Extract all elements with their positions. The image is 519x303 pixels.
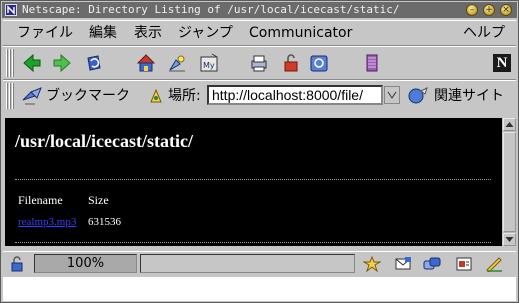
menu-go[interactable]: ジャンプ — [178, 24, 233, 42]
close-icon[interactable]: × — [500, 4, 512, 16]
svg-text:My: My — [203, 61, 215, 70]
arrow-down-icon — [505, 237, 514, 242]
bottom-white-strip — [3, 277, 516, 301]
stop-icon[interactable] — [361, 52, 383, 74]
minimize-icon[interactable]: – — [466, 4, 478, 16]
size-column-header: Size — [88, 193, 109, 207]
security-icon[interactable] — [280, 52, 302, 74]
back-icon[interactable] — [21, 52, 43, 74]
address-book-icon[interactable] — [455, 256, 473, 272]
shop-icon[interactable] — [308, 52, 330, 74]
menu-bar: ファイル 編集 表示 ジャンプ Communicator ヘルプ — [3, 20, 516, 46]
scroll-thumb[interactable] — [503, 132, 516, 232]
window-title: Netscape: Directory Listing of /usr/loca… — [22, 3, 400, 16]
bookmarks-icon[interactable] — [21, 86, 43, 106]
mynetscape-icon[interactable]: My — [198, 52, 220, 74]
top-divider — [15, 179, 491, 180]
navigation-toolbar: My N — [3, 46, 516, 80]
vertical-scrollbar[interactable] — [503, 118, 516, 246]
arrow-up-icon — [505, 122, 514, 127]
toolbar-grip[interactable] — [6, 49, 14, 77]
newsgroups-icon[interactable] — [423, 256, 441, 272]
related-sites-icon[interactable] — [407, 85, 429, 107]
menu-communicator[interactable]: Communicator — [249, 24, 352, 42]
composer-icon[interactable] — [485, 256, 503, 272]
location-icon[interactable] — [148, 87, 164, 105]
scroll-up-button[interactable] — [503, 118, 516, 131]
location-label: 場所: — [168, 88, 201, 104]
page-content: /usr/local/icecast/static/ Filename Size… — [5, 118, 502, 246]
bottom-divider — [15, 242, 491, 243]
navigator-icon[interactable] — [363, 256, 381, 272]
menu-edit[interactable]: 編集 — [89, 24, 117, 42]
maximize-icon[interactable]: + — [483, 4, 495, 16]
status-bar: 100% — [3, 251, 516, 276]
status-message — [140, 254, 355, 273]
url-input[interactable]: http://localhost:8000/file/ — [207, 85, 383, 105]
file-size: 631536 — [88, 216, 121, 228]
browser-window: Netscape: Directory Listing of /usr/loca… — [0, 0, 519, 303]
page-heading: /usr/local/icecast/static/ — [15, 131, 193, 151]
menu-help[interactable]: ヘルプ — [463, 24, 505, 42]
related-sites-label[interactable]: 関連サイト — [434, 87, 504, 105]
menu-file[interactable]: ファイル — [17, 24, 73, 42]
print-icon[interactable] — [248, 52, 270, 74]
search-icon[interactable] — [166, 52, 188, 74]
bookmarks-label[interactable]: ブックマーク — [46, 87, 130, 105]
netscape-window-icon — [5, 4, 17, 16]
netscape-logo-letter: N — [496, 55, 508, 71]
progress-indicator: 100% — [34, 254, 137, 273]
locationbar-grip[interactable] — [6, 83, 14, 109]
mail-icon[interactable] — [394, 256, 412, 272]
security-lock-icon[interactable] — [9, 256, 25, 272]
toolbar-collapse-strip[interactable] — [3, 111, 516, 117]
scroll-down-button[interactable] — [503, 233, 516, 246]
filename-column-header: Filename — [18, 193, 63, 207]
menu-view[interactable]: 表示 — [134, 24, 162, 42]
home-icon[interactable] — [135, 52, 157, 74]
netscape-logo[interactable]: N — [493, 54, 511, 72]
url-dropdown-icon[interactable] — [384, 86, 400, 104]
location-bar: ブックマーク 場所: http://localhost:8000/file/ 関… — [3, 80, 516, 112]
title-bar[interactable]: Netscape: Directory Listing of /usr/loca… — [2, 2, 517, 18]
file-link[interactable]: realmp3.mp3 — [18, 216, 76, 228]
reload-icon[interactable] — [83, 52, 105, 74]
forward-icon[interactable] — [51, 52, 73, 74]
